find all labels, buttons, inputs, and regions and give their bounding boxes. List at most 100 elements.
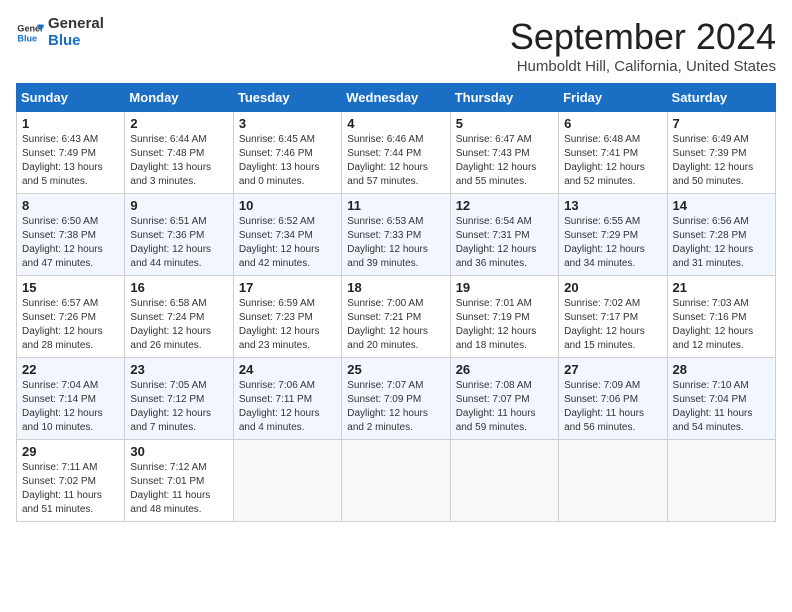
calendar-cell: 19 Sunrise: 7:01 AM Sunset: 7:19 PM Dayli…	[450, 276, 558, 358]
weekday-header-saturday: Saturday	[667, 84, 775, 112]
calendar-cell	[233, 440, 341, 522]
calendar-cell	[342, 440, 450, 522]
day-detail: Sunrise: 6:57 AM Sunset: 7:26 PM Dayligh…	[22, 297, 119, 353]
calendar-cell: 1 Sunrise: 6:43 AM Sunset: 7:49 PM Daylig…	[17, 112, 125, 194]
calendar-cell: 8 Sunrise: 6:50 AM Sunset: 7:38 PM Daylig…	[17, 194, 125, 276]
calendar-cell: 7Sunrise: 6:49 AM Sunset: 7:39 PM Daylig…	[667, 112, 775, 194]
day-number: 17	[239, 280, 336, 295]
calendar-cell: 30Sunrise: 7:12 AM Sunset: 7:01 PM Dayli…	[125, 440, 233, 522]
calendar-cell: 5 Sunrise: 6:47 AM Sunset: 7:43 PM Daylig…	[450, 112, 558, 194]
day-detail: Sunrise: 7:10 AM Sunset: 7:04 PM Dayligh…	[673, 379, 770, 435]
calendar-cell: 20Sunrise: 7:02 AM Sunset: 7:17 PM Dayli…	[559, 276, 667, 358]
day-number: 7	[673, 116, 770, 131]
logo-icon: General Blue	[16, 19, 44, 47]
day-number: 4	[347, 116, 444, 131]
day-number: 30	[130, 444, 227, 459]
day-detail: Sunrise: 6:56 AM Sunset: 7:28 PM Dayligh…	[673, 215, 770, 271]
calendar-week-5: 29 Sunrise: 7:11 AM Sunset: 7:02 PM Dayli…	[17, 440, 776, 522]
day-detail: Sunrise: 7:11 AM Sunset: 7:02 PM Dayligh…	[22, 461, 119, 517]
calendar-cell: 26 Sunrise: 7:08 AM Sunset: 7:07 PM Dayli…	[450, 358, 558, 440]
day-detail: Sunrise: 6:46 AM Sunset: 7:44 PM Dayligh…	[347, 133, 444, 189]
day-number: 22	[22, 362, 119, 377]
calendar-cell: 24 Sunrise: 7:06 AM Sunset: 7:11 PM Dayli…	[233, 358, 341, 440]
day-number: 25	[347, 362, 444, 377]
day-detail: Sunrise: 6:43 AM Sunset: 7:49 PM Dayligh…	[22, 133, 119, 189]
calendar-cell: 22 Sunrise: 7:04 AM Sunset: 7:14 PM Dayli…	[17, 358, 125, 440]
calendar-cell: 14 Sunrise: 6:56 AM Sunset: 7:28 PM Dayli…	[667, 194, 775, 276]
svg-text:Blue: Blue	[17, 33, 37, 43]
day-number: 11	[347, 198, 444, 213]
day-number: 5	[456, 116, 553, 131]
day-number: 2	[130, 116, 227, 131]
day-number: 3	[239, 116, 336, 131]
day-detail: Sunrise: 6:59 AM Sunset: 7:23 PM Dayligh…	[239, 297, 336, 353]
calendar-cell: 6 Sunrise: 6:48 AM Sunset: 7:41 PM Daylig…	[559, 112, 667, 194]
calendar-cell: 18Sunrise: 7:00 AM Sunset: 7:21 PM Dayli…	[342, 276, 450, 358]
calendar-cell: 15 Sunrise: 6:57 AM Sunset: 7:26 PM Dayli…	[17, 276, 125, 358]
day-number: 15	[22, 280, 119, 295]
day-detail: Sunrise: 6:48 AM Sunset: 7:41 PM Dayligh…	[564, 133, 661, 189]
logo: General Blue General Blue	[16, 16, 104, 49]
day-number: 13	[564, 198, 661, 213]
day-number: 24	[239, 362, 336, 377]
day-detail: Sunrise: 6:50 AM Sunset: 7:38 PM Dayligh…	[22, 215, 119, 271]
logo-general-text: General	[48, 16, 104, 33]
weekday-header-friday: Friday	[559, 84, 667, 112]
calendar-cell: 11Sunrise: 6:53 AM Sunset: 7:33 PM Dayli…	[342, 194, 450, 276]
day-detail: Sunrise: 7:05 AM Sunset: 7:12 PM Dayligh…	[130, 379, 227, 435]
calendar-cell: 23Sunrise: 7:05 AM Sunset: 7:12 PM Dayli…	[125, 358, 233, 440]
day-detail: Sunrise: 6:58 AM Sunset: 7:24 PM Dayligh…	[130, 297, 227, 353]
weekday-header-monday: Monday	[125, 84, 233, 112]
weekday-header-wednesday: Wednesday	[342, 84, 450, 112]
month-title: September 2024	[510, 16, 776, 58]
day-number: 29	[22, 444, 119, 459]
day-number: 19	[456, 280, 553, 295]
day-number: 8	[22, 198, 119, 213]
calendar-cell	[667, 440, 775, 522]
day-number: 27	[564, 362, 661, 377]
day-detail: Sunrise: 6:51 AM Sunset: 7:36 PM Dayligh…	[130, 215, 227, 271]
day-number: 6	[564, 116, 661, 131]
day-number: 16	[130, 280, 227, 295]
calendar-week-2: 8 Sunrise: 6:50 AM Sunset: 7:38 PM Daylig…	[17, 194, 776, 276]
day-detail: Sunrise: 7:08 AM Sunset: 7:07 PM Dayligh…	[456, 379, 553, 435]
calendar-week-3: 15 Sunrise: 6:57 AM Sunset: 7:26 PM Dayli…	[17, 276, 776, 358]
day-number: 21	[673, 280, 770, 295]
calendar-cell: 25 Sunrise: 7:07 AM Sunset: 7:09 PM Dayli…	[342, 358, 450, 440]
calendar-cell: 3 Sunrise: 6:45 AM Sunset: 7:46 PM Daylig…	[233, 112, 341, 194]
calendar-header: SundayMondayTuesdayWednesdayThursdayFrid…	[17, 84, 776, 112]
day-detail: Sunrise: 6:55 AM Sunset: 7:29 PM Dayligh…	[564, 215, 661, 271]
calendar-week-1: 1 Sunrise: 6:43 AM Sunset: 7:49 PM Daylig…	[17, 112, 776, 194]
day-detail: Sunrise: 6:45 AM Sunset: 7:46 PM Dayligh…	[239, 133, 336, 189]
calendar-cell	[450, 440, 558, 522]
day-number: 14	[673, 198, 770, 213]
calendar-week-4: 22 Sunrise: 7:04 AM Sunset: 7:14 PM Dayli…	[17, 358, 776, 440]
location-title: Humboldt Hill, California, United States	[510, 58, 776, 75]
day-number: 28	[673, 362, 770, 377]
calendar-cell	[559, 440, 667, 522]
day-detail: Sunrise: 6:54 AM Sunset: 7:31 PM Dayligh…	[456, 215, 553, 271]
day-detail: Sunrise: 7:01 AM Sunset: 7:19 PM Dayligh…	[456, 297, 553, 353]
day-detail: Sunrise: 7:00 AM Sunset: 7:21 PM Dayligh…	[347, 297, 444, 353]
day-detail: Sunrise: 7:03 AM Sunset: 7:16 PM Dayligh…	[673, 297, 770, 353]
calendar-cell: 17 Sunrise: 6:59 AM Sunset: 7:23 PM Dayli…	[233, 276, 341, 358]
day-number: 26	[456, 362, 553, 377]
day-detail: Sunrise: 7:04 AM Sunset: 7:14 PM Dayligh…	[22, 379, 119, 435]
weekday-header-thursday: Thursday	[450, 84, 558, 112]
calendar-cell: 10Sunrise: 6:52 AM Sunset: 7:34 PM Dayli…	[233, 194, 341, 276]
day-detail: Sunrise: 7:07 AM Sunset: 7:09 PM Dayligh…	[347, 379, 444, 435]
day-detail: Sunrise: 7:09 AM Sunset: 7:06 PM Dayligh…	[564, 379, 661, 435]
day-detail: Sunrise: 7:06 AM Sunset: 7:11 PM Dayligh…	[239, 379, 336, 435]
calendar-cell: 28 Sunrise: 7:10 AM Sunset: 7:04 PM Dayli…	[667, 358, 775, 440]
day-number: 1	[22, 116, 119, 131]
calendar-cell: 27 Sunrise: 7:09 AM Sunset: 7:06 PM Dayli…	[559, 358, 667, 440]
weekday-header-sunday: Sunday	[17, 84, 125, 112]
calendar-cell: 2Sunrise: 6:44 AM Sunset: 7:48 PM Daylig…	[125, 112, 233, 194]
calendar-cell: 12Sunrise: 6:54 AM Sunset: 7:31 PM Dayli…	[450, 194, 558, 276]
day-number: 20	[564, 280, 661, 295]
calendar-cell: 4 Sunrise: 6:46 AM Sunset: 7:44 PM Daylig…	[342, 112, 450, 194]
calendar-cell: 29 Sunrise: 7:11 AM Sunset: 7:02 PM Dayli…	[17, 440, 125, 522]
calendar-cell: 13 Sunrise: 6:55 AM Sunset: 7:29 PM Dayli…	[559, 194, 667, 276]
calendar-cell: 21 Sunrise: 7:03 AM Sunset: 7:16 PM Dayli…	[667, 276, 775, 358]
day-detail: Sunrise: 6:47 AM Sunset: 7:43 PM Dayligh…	[456, 133, 553, 189]
